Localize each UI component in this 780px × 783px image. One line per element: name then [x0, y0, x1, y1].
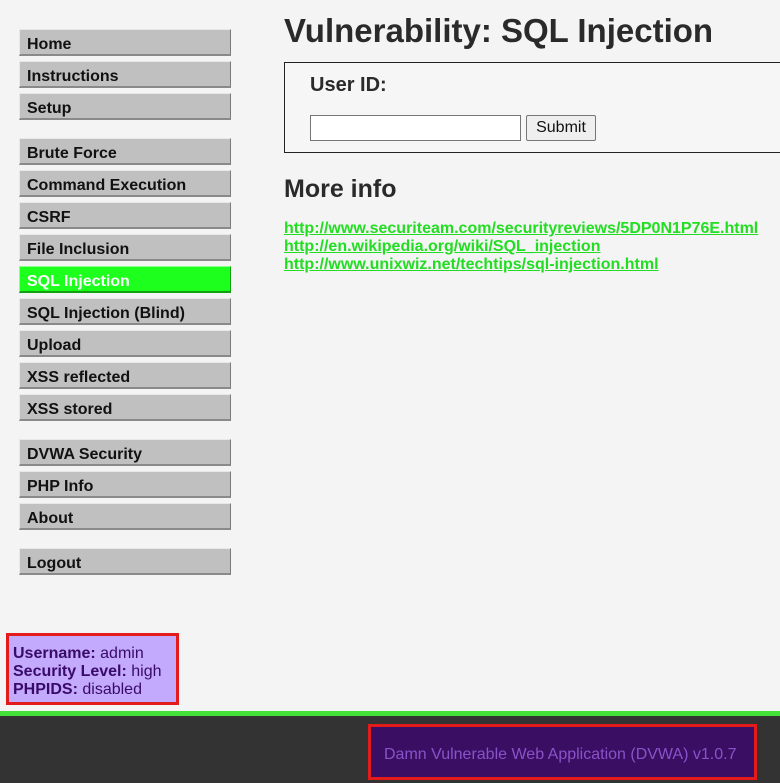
- menu-item-sql-injection[interactable]: SQL Injection: [19, 266, 231, 293]
- more-info-links: http://www.securiteam.com/securityreview…: [284, 220, 758, 274]
- link-wikipedia[interactable]: http://en.wikipedia.org/wiki/SQL_injecti…: [284, 238, 758, 256]
- menu-item-sql-injection-blind[interactable]: SQL Injection (Blind): [19, 298, 231, 325]
- menu-item-setup[interactable]: Setup: [19, 93, 231, 120]
- menu-item-instructions[interactable]: Instructions: [19, 61, 231, 88]
- footer-version-box: Damn Vulnerable Web Application (DVWA) v…: [368, 724, 757, 780]
- menu-group-vulnerabilities: Brute Force Command Execution CSRF File …: [19, 138, 231, 421]
- menu-item-command-execution[interactable]: Command Execution: [19, 170, 231, 197]
- menu-group-settings: DVWA Security PHP Info About: [19, 439, 231, 530]
- menu-item-xss-reflected[interactable]: XSS reflected: [19, 362, 231, 389]
- user-id-label: User ID:: [310, 74, 387, 96]
- menu-item-csrf[interactable]: CSRF: [19, 202, 231, 229]
- submit-button[interactable]: Submit: [526, 115, 596, 141]
- menu-item-dvwa-security[interactable]: DVWA Security: [19, 439, 231, 466]
- menu-item-php-info[interactable]: PHP Info: [19, 471, 231, 498]
- menu-item-upload[interactable]: Upload: [19, 330, 231, 357]
- username-label: Username:: [13, 645, 96, 662]
- menu-group-logout: Logout: [19, 548, 231, 575]
- menu-item-xss-stored[interactable]: XSS stored: [19, 394, 231, 421]
- vulnerable-form-box: User ID: Submit: [284, 62, 780, 153]
- security-level-row: Security Level: high: [13, 663, 176, 681]
- sidebar-menu: Home Instructions Setup Brute Force Comm…: [19, 29, 231, 593]
- page-title: Vulnerability: SQL Injection: [284, 12, 714, 49]
- username-value: admin: [100, 645, 144, 662]
- phpids-value: disabled: [82, 681, 142, 698]
- link-unixwiz[interactable]: http://www.unixwiz.net/techtips/sql-inje…: [284, 256, 758, 274]
- menu-item-home[interactable]: Home: [19, 29, 231, 56]
- security-level-label: Security Level:: [13, 663, 127, 680]
- phpids-label: PHPIDS:: [13, 681, 78, 698]
- menu-item-logout[interactable]: Logout: [19, 548, 231, 575]
- menu-item-brute-force[interactable]: Brute Force: [19, 138, 231, 165]
- footer-version-text: Damn Vulnerable Web Application (DVWA) v…: [384, 746, 737, 763]
- link-securiteam[interactable]: http://www.securiteam.com/securityreview…: [284, 220, 758, 238]
- menu-item-about[interactable]: About: [19, 503, 231, 530]
- menu-group-main: Home Instructions Setup: [19, 29, 231, 120]
- user-id-input[interactable]: [310, 115, 521, 141]
- phpids-row: PHPIDS: disabled: [13, 681, 176, 699]
- footer: Damn Vulnerable Web Application (DVWA) v…: [0, 716, 780, 783]
- security-level-value: high: [131, 663, 162, 680]
- more-info-heading: More info: [284, 175, 397, 203]
- menu-item-file-inclusion[interactable]: File Inclusion: [19, 234, 231, 261]
- username-row: Username: admin: [13, 645, 176, 663]
- user-info-box: Username: admin Security Level: high PHP…: [6, 633, 179, 705]
